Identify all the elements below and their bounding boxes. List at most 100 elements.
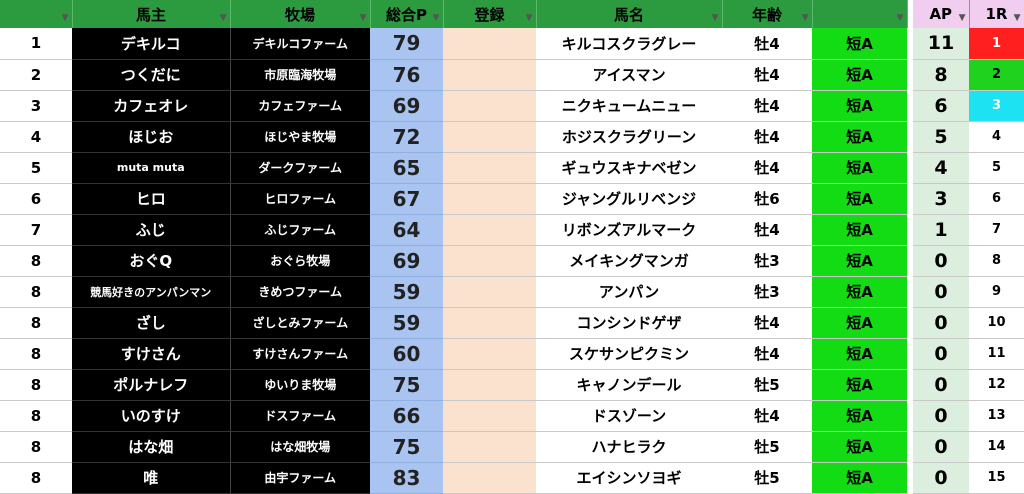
cell-age[interactable]: 牡6 [722, 183, 812, 215]
cell-owner[interactable]: ふじ [72, 214, 230, 246]
filter-dropdown-icon[interactable]: ▼ [220, 13, 227, 23]
cell-ap[interactable]: 5 [913, 121, 969, 153]
cell-horse[interactable]: ドスゾーン [536, 400, 722, 432]
cell-horse[interactable]: エイシンソヨギ [536, 462, 722, 494]
cell-total[interactable]: 66 [370, 400, 443, 432]
cell-age[interactable]: 牡4 [722, 152, 812, 184]
filter-dropdown-icon[interactable]: ▼ [802, 13, 809, 23]
cell-owner[interactable]: 競馬好きのアンパンマン [72, 276, 230, 308]
cell-ap[interactable]: 8 [913, 59, 969, 91]
cell-horse[interactable]: メイキングマンガ [536, 245, 722, 277]
cell-race[interactable]: 12 [969, 369, 1024, 401]
cell-total[interactable]: 65 [370, 152, 443, 184]
filter-dropdown-icon[interactable]: ▼ [360, 13, 367, 23]
cell-dist[interactable]: 短A [812, 183, 907, 215]
column-header-distance[interactable]: ▼ [812, 0, 908, 28]
cell-owner[interactable]: はな畑 [72, 431, 230, 463]
cell-owner[interactable]: 唯 [72, 462, 230, 494]
cell-race[interactable]: 14 [969, 431, 1024, 463]
cell-horse[interactable]: ジャングルリベンジ [536, 183, 722, 215]
cell-age[interactable]: 牡4 [722, 214, 812, 246]
cell-age[interactable]: 牡4 [722, 400, 812, 432]
cell-owner[interactable]: すけさん [72, 338, 230, 370]
cell-rank[interactable]: 8 [0, 462, 72, 494]
cell-total[interactable]: 79 [370, 28, 443, 60]
cell-rank[interactable]: 7 [0, 214, 72, 246]
cell-farm[interactable]: ふじファーム [229, 214, 370, 246]
column-header-ap[interactable]: AP ▼ [913, 0, 970, 28]
cell-owner[interactable]: ほじお [72, 121, 230, 153]
cell-register[interactable] [443, 431, 536, 463]
cell-rank[interactable]: 8 [0, 338, 72, 370]
cell-race[interactable]: 11 [969, 338, 1024, 370]
cell-dist[interactable]: 短A [812, 121, 907, 153]
cell-register[interactable] [443, 90, 536, 122]
cell-horse[interactable]: キャノンデール [536, 369, 722, 401]
cell-race[interactable]: 13 [969, 400, 1024, 432]
cell-register[interactable] [443, 338, 536, 370]
cell-race[interactable]: 5 [969, 152, 1024, 184]
cell-farm[interactable]: すけさんファーム [229, 338, 370, 370]
cell-rank[interactable]: 3 [0, 90, 72, 122]
cell-dist[interactable]: 短A [812, 369, 907, 401]
cell-register[interactable] [443, 59, 536, 91]
cell-dist[interactable]: 短A [812, 59, 907, 91]
cell-horse[interactable]: コンシンドゲザ [536, 307, 722, 339]
cell-register[interactable] [443, 462, 536, 494]
filter-active-icon[interactable]: ▼ [526, 13, 533, 23]
cell-ap[interactable]: 3 [913, 183, 969, 215]
cell-total[interactable]: 60 [370, 338, 443, 370]
cell-rank[interactable]: 4 [0, 121, 72, 153]
cell-register[interactable] [443, 214, 536, 246]
cell-register[interactable] [443, 121, 536, 153]
filter-dropdown-icon[interactable]: ▼ [1014, 13, 1021, 23]
cell-register[interactable] [443, 28, 536, 60]
column-header-register[interactable]: 登録 ▼ [443, 0, 537, 28]
cell-age[interactable]: 牡5 [722, 431, 812, 463]
cell-owner[interactable]: デキルコ [72, 28, 230, 60]
cell-farm[interactable]: デキルコファーム [229, 28, 370, 60]
cell-farm[interactable]: ゆいりま牧場 [229, 369, 370, 401]
cell-horse[interactable]: ニクキュームニュー [536, 90, 722, 122]
cell-rank[interactable]: 2 [0, 59, 72, 91]
cell-farm[interactable]: 由宇ファーム [229, 462, 370, 494]
cell-owner[interactable]: ざし [72, 307, 230, 339]
cell-total[interactable]: 64 [370, 214, 443, 246]
cell-age[interactable]: 牡5 [722, 369, 812, 401]
cell-total[interactable]: 72 [370, 121, 443, 153]
cell-age[interactable]: 牡3 [722, 276, 812, 308]
cell-horse[interactable]: リボンズアルマーク [536, 214, 722, 246]
cell-total[interactable]: 59 [370, 307, 443, 339]
cell-owner[interactable]: muta muta [72, 152, 230, 184]
cell-horse[interactable]: ホジスクラグリーン [536, 121, 722, 153]
cell-register[interactable] [443, 152, 536, 184]
cell-farm[interactable]: 市原臨海牧場 [229, 59, 370, 91]
cell-race[interactable]: 8 [969, 245, 1024, 277]
cell-dist[interactable]: 短A [812, 462, 907, 494]
column-header-age[interactable]: 年齢 ▼ [722, 0, 813, 28]
cell-horse[interactable]: キルコスクラグレー [536, 28, 722, 60]
cell-owner[interactable]: カフェオレ [72, 90, 230, 122]
cell-ap[interactable]: 6 [913, 90, 969, 122]
cell-rank[interactable]: 1 [0, 28, 72, 60]
cell-horse[interactable]: ハナヒラク [536, 431, 722, 463]
cell-register[interactable] [443, 307, 536, 339]
cell-dist[interactable]: 短A [812, 276, 907, 308]
cell-ap[interactable]: 4 [913, 152, 969, 184]
cell-race[interactable]: 3 [969, 90, 1024, 122]
cell-owner[interactable]: おぐQ [72, 245, 230, 277]
cell-ap[interactable]: 11 [913, 28, 969, 60]
cell-dist[interactable]: 短A [812, 28, 907, 60]
cell-horse[interactable]: アンパン [536, 276, 722, 308]
cell-horse[interactable]: スケサンピクミン [536, 338, 722, 370]
cell-age[interactable]: 牡4 [722, 307, 812, 339]
cell-farm[interactable]: おぐら牧場 [229, 245, 370, 277]
cell-age[interactable]: 牡4 [722, 338, 812, 370]
cell-dist[interactable]: 短A [812, 214, 907, 246]
cell-farm[interactable]: ダークファーム [229, 152, 370, 184]
cell-race[interactable]: 15 [969, 462, 1024, 494]
cell-race[interactable]: 10 [969, 307, 1024, 339]
column-header-total[interactable]: 総合P ▼ [370, 0, 444, 28]
cell-horse[interactable]: アイスマン [536, 59, 722, 91]
cell-ap[interactable]: 0 [913, 400, 969, 432]
